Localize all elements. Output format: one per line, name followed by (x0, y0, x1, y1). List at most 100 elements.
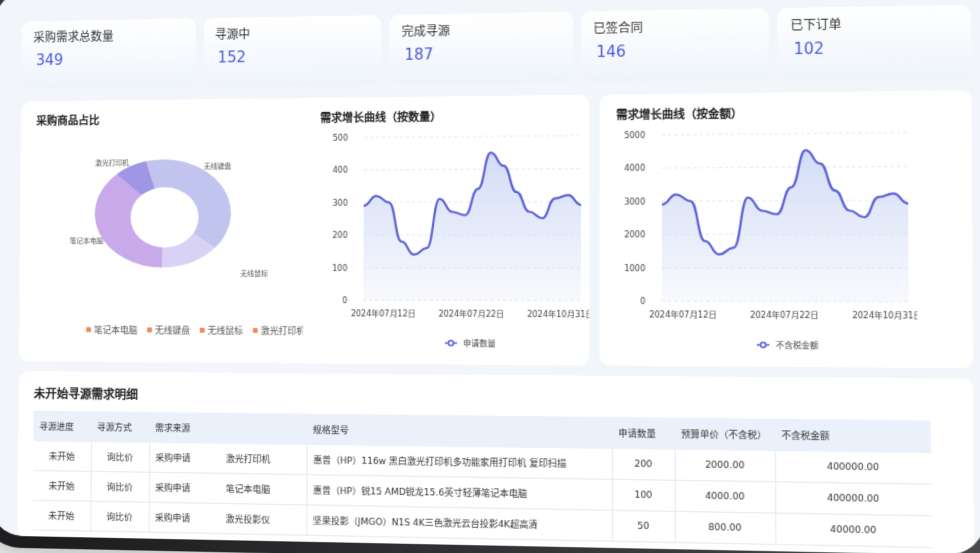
kpi-row: 采购需求总数量 349 寻源中 152 完成寻源 187 已签合同 146 已下… (21, 4, 972, 90)
quantity-chart-panel: 需求增长曲线（按数量） 0 100 200 300 400 500 2024年07月12日 2… (303, 94, 590, 366)
cell-source-item: 采购申请 笔记本电脑 (148, 472, 307, 505)
cell-qty: 50 (612, 510, 675, 543)
gridline (662, 166, 908, 168)
y-tick-label: 100 (332, 263, 347, 272)
amount-chart-panel: 需求增长曲线（按金额） 0 1000 2000 3000 4000 5000 2024年07… (599, 90, 974, 369)
y-tick-label: 2000 (624, 230, 645, 239)
cell-amount: 400000.00 (775, 481, 932, 516)
cell-status: 未开始 (32, 470, 91, 502)
x-tick-label: 2024年07月22日 (438, 308, 504, 319)
cell-status: 未开始 (32, 500, 91, 531)
x-tick-label: 2024年07月12日 (351, 308, 416, 319)
legend-marker-icon (760, 342, 765, 347)
column-header[interactable]: 不含税金额 (775, 418, 932, 454)
cell-method: 询比价 (90, 501, 149, 533)
legend-swatch-icon (252, 327, 258, 333)
legend-label: 笔记本电脑 (93, 326, 138, 337)
y-tick-label: 200 (332, 231, 347, 240)
panel-title: 需求增长曲线（按数量） (320, 110, 442, 125)
donut-chart: 笔记本电脑 无线键盘无线鼠标 激光打印机 (70, 158, 268, 278)
table-title: 未开始寻源需求明细 (33, 387, 138, 402)
kpi-value: 146 (596, 42, 626, 62)
kpi-label: 寻源中 (214, 27, 251, 42)
kpi-card-total[interactable]: 采购需求总数量 349 (21, 18, 196, 90)
legend-swatch-icon (147, 327, 153, 333)
y-tick-label: 500 (333, 133, 348, 142)
kpi-card-sourcing[interactable]: 寻源中 152 (202, 15, 382, 88)
kpi-value: 102 (793, 39, 825, 59)
legend-item[interactable]: 笔记本电脑 (86, 323, 137, 336)
cell-spec: 惠普（HP）116w 黑白激光打印机多功能家用打印机 复印扫描 (306, 444, 613, 480)
y-tick-label: 300 (333, 198, 348, 207)
cell-source-item: 采购申请 激光投影仪 (148, 502, 307, 536)
cell-source: 采购申请 (154, 513, 191, 525)
column-header[interactable]: 预算单价（不含税） (674, 417, 776, 452)
amount-line-chart: 0 1000 2000 3000 4000 5000 2024年07月12日 2024年07月… (624, 122, 918, 368)
tablet-frame: 采购需求总数量 349 寻源中 152 完成寻源 187 已签合同 146 已下… (0, 0, 980, 553)
kpi-label: 完成寻源 (401, 23, 450, 39)
cell-item: 激光打印机 (225, 454, 271, 466)
y-tick-label: 3000 (624, 197, 645, 206)
cell-source: 采购申请 (155, 453, 191, 465)
legend-label: 激光打印机 (260, 326, 306, 338)
kpi-card-contracts[interactable]: 已签合同 146 (580, 8, 770, 83)
requirements-table: 寻源进度 寻源方式 需求来源 规格型号 申请数量 预算单价（不含税） 不含税金额 (32, 410, 932, 548)
x-tick-label: 2024年07月12日 (649, 309, 717, 320)
legend-swatch-icon (86, 327, 92, 333)
cell-amount: 400000.00 (775, 451, 932, 485)
gridline (364, 136, 581, 138)
gridline (662, 133, 908, 135)
y-tick-label: 0 (640, 297, 645, 306)
kpi-value: 152 (217, 48, 246, 67)
cell-method: 询比价 (90, 471, 149, 503)
legend-label: 申请数量 (463, 338, 496, 349)
quantity-line-chart: 0 100 200 300 400 500 2024年07月12日 2024年07月22日 20… (332, 133, 589, 365)
gridline (364, 169, 581, 170)
legend-label: 无线鼠标 (207, 326, 244, 337)
panel-title: 需求增长曲线（按金额） (616, 107, 743, 122)
y-tick-label: 4000 (624, 164, 645, 174)
cell-status: 未开始 (33, 441, 92, 472)
donut-slice-label: 无线键盘 (204, 161, 232, 170)
legend-item[interactable]: 激光打印机 (252, 324, 306, 338)
cell-amount: 40000.00 (775, 513, 932, 548)
donut-slice-label: 笔记本电脑 (70, 236, 104, 245)
x-tick-label: 2024年10月31日 (852, 310, 917, 321)
table-panel: 未开始寻源需求明细 寻源进度 寻源方式 需求来源 规格型号 申请数量 预算单价（… (17, 371, 975, 553)
legend-marker-icon (448, 341, 453, 346)
kpi-value: 187 (404, 45, 434, 64)
x-tick-label: 2024年10月31日 (527, 309, 589, 320)
cell-item: 激光投影仪 (225, 515, 271, 526)
legend-label: 不含税金额 (776, 340, 819, 351)
y-tick-label: 400 (333, 166, 348, 175)
y-tick-label: 5000 (624, 131, 645, 141)
donut-slice-label: 激光打印机 (95, 158, 129, 167)
table-wrapper: 寻源进度 寻源方式 需求来源 规格型号 申请数量 预算单价（不含税） 不含税金额 (32, 410, 932, 548)
legend-item[interactable]: 无线键盘 (147, 323, 190, 337)
cell-qty: 200 (612, 448, 675, 481)
tablet-screen: 采购需求总数量 349 寻源中 152 完成寻源 187 已签合同 146 已下… (0, 0, 980, 553)
y-tick-label: 0 (342, 296, 347, 305)
dashboard: 采购需求总数量 349 寻源中 152 完成寻源 187 已签合同 146 已下… (17, 4, 975, 553)
kpi-card-orders[interactable]: 已下订单 102 (777, 4, 972, 81)
y-tick-label: 1000 (624, 263, 645, 272)
kpi-label: 已签合同 (593, 20, 643, 36)
kpi-label: 已下订单 (790, 17, 842, 33)
cell-price: 800.00 (674, 511, 776, 545)
cell-spec: 坚果投影（JMGO）N1S 4K三色激光云台投影4K超高清 (306, 504, 613, 542)
kpi-value: 349 (35, 51, 64, 70)
column-header[interactable]: 需求来源 (149, 411, 307, 445)
donut-panel: 采购商品占比 笔记本电脑 无线键盘 无线鼠标 激光打印机 笔记本电脑 无线键盘 无线鼠… (18, 97, 333, 364)
cell-item: 笔记本电脑 (225, 484, 271, 496)
legend-item[interactable]: 无线鼠标 (199, 324, 244, 337)
kpi-card-completed[interactable]: 完成寻源 187 (389, 11, 573, 86)
column-header[interactable]: 规格型号 (306, 413, 613, 449)
cell-price: 2000.00 (674, 449, 776, 482)
donut-legend: 笔记本电脑 无线键盘 无线鼠标 激光打印机 (86, 323, 305, 337)
column-header[interactable]: 申请数量 (612, 417, 675, 450)
x-tick-label: 2024年07月22日 (750, 309, 819, 320)
cell-source-item: 采购申请 激光打印机 (148, 442, 307, 475)
column-header[interactable]: 寻源进度 (33, 410, 92, 443)
column-header[interactable]: 寻源方式 (91, 411, 150, 443)
cell-qty: 100 (612, 479, 675, 512)
